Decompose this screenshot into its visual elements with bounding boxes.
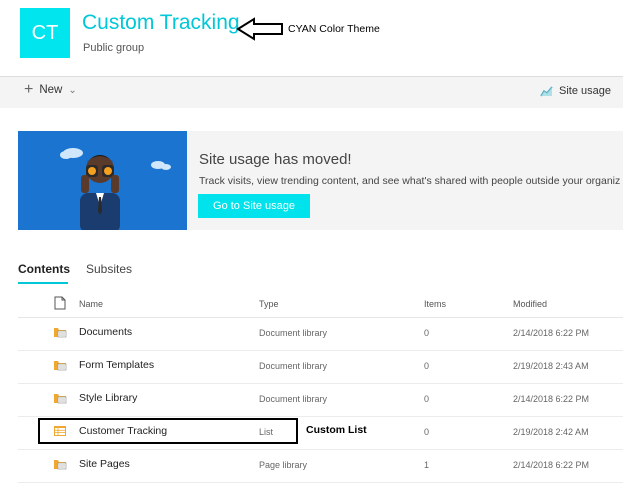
row-items: 0 <box>424 394 430 404</box>
annotation-custom-list-note: Custom List <box>306 424 367 436</box>
go-to-site-usage-button[interactable]: Go to Site usage <box>198 194 310 218</box>
row-modified: 2/14/2018 6:22 PM <box>513 328 590 338</box>
banner-illustration <box>18 131 187 230</box>
row-modified: 2/14/2018 6:22 PM <box>513 394 590 404</box>
site-header: CT Custom Tracking Public group CYAN Col… <box>0 0 623 76</box>
row-items: 0 <box>424 427 430 437</box>
site-logo-initials: CT <box>31 21 59 44</box>
row-type: Document library <box>259 361 328 371</box>
row-type: Page library <box>259 460 308 470</box>
chevron-down-icon: ⌄ <box>68 84 77 96</box>
site-logo[interactable]: CT <box>20 8 70 58</box>
binoculars-person-icon <box>60 148 171 230</box>
banner-description: Track visits, view trending content, and… <box>199 175 621 187</box>
column-header-items[interactable]: Items <box>424 299 446 309</box>
annotation-highlight-box <box>38 418 298 444</box>
column-header-name[interactable]: Name <box>79 299 103 309</box>
library-icon <box>54 361 67 371</box>
command-bar: + New ⌄ Site usage <box>0 76 623 108</box>
row-name[interactable]: Site Pages <box>79 458 130 470</box>
tab-subsites[interactable]: Subsites <box>86 262 132 276</box>
row-name[interactable]: Form Templates <box>79 359 154 371</box>
active-tab-indicator <box>18 282 68 284</box>
site-usage-button[interactable]: Site usage <box>540 85 611 97</box>
row-type: Document library <box>259 394 328 404</box>
row-name[interactable]: Style Library <box>79 392 137 404</box>
library-icon <box>54 328 67 338</box>
chart-icon <box>540 86 553 97</box>
tab-contents[interactable]: Contents <box>18 262 70 276</box>
annotation-arrow-icon <box>236 17 283 41</box>
table-header: Name Type Items Modified <box>18 293 623 318</box>
row-modified: 2/19/2018 2:42 AM <box>513 427 589 437</box>
new-button[interactable]: + New ⌄ <box>24 81 77 98</box>
table-row[interactable]: Documents Document library 0 2/14/2018 6… <box>18 317 623 351</box>
row-items: 0 <box>424 361 430 371</box>
site-title[interactable]: Custom Tracking <box>82 11 240 35</box>
site-subtitle: Public group <box>83 42 145 54</box>
file-type-icon <box>54 296 66 310</box>
library-icon <box>54 460 67 470</box>
row-modified: 2/19/2018 2:43 AM <box>513 361 589 371</box>
table-row[interactable]: Style Library Document library 0 2/14/20… <box>18 383 623 417</box>
plus-icon: + <box>24 81 34 98</box>
table-row[interactable]: Form Templates Document library 0 2/19/2… <box>18 350 623 384</box>
row-type: Document library <box>259 328 328 338</box>
row-modified: 2/14/2018 6:22 PM <box>513 460 590 470</box>
row-items: 1 <box>424 460 430 470</box>
site-usage-label: Site usage <box>559 85 611 97</box>
column-header-type[interactable]: Type <box>259 299 279 309</box>
column-header-modified[interactable]: Modified <box>513 299 547 309</box>
library-icon <box>54 394 67 404</box>
annotation-theme-note: CYAN Color Theme <box>288 23 380 35</box>
banner-title: Site usage has moved! <box>199 151 352 168</box>
new-button-label: New <box>39 84 63 96</box>
row-name[interactable]: Documents <box>79 326 132 338</box>
site-usage-banner: Site usage has moved! Track visits, view… <box>18 131 623 230</box>
row-items: 0 <box>424 328 430 338</box>
